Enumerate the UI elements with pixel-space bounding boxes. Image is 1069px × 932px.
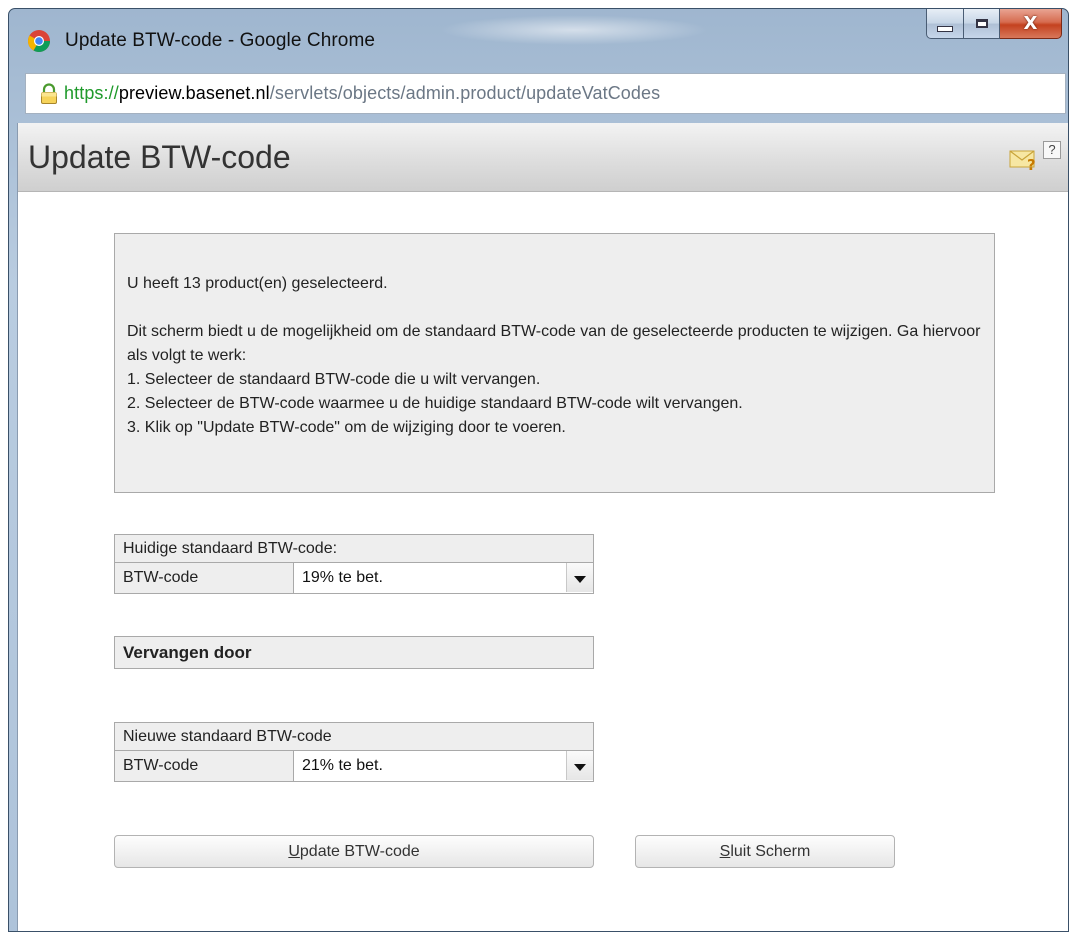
title-bar[interactable]: Update BTW-code - Google Chrome X [9,9,1068,69]
new-vat-row: BTW-code 21% te bet. [114,751,594,782]
help-icon[interactable]: ? [1043,141,1061,159]
current-vat-row: BTW-code 19% te bet. [114,563,594,594]
url-separator: :// [103,83,119,103]
chevron-down-icon [574,763,586,771]
mail-help-icon[interactable]: ? [1009,145,1039,171]
svg-text:?: ? [1027,156,1036,171]
lock-icon [41,82,57,104]
url-host: preview.basenet.nl [118,83,270,103]
browser-window: Update BTW-code - Google Chrome X https:… [8,8,1069,932]
page-title: Update BTW-code [28,139,291,175]
maximize-icon [975,19,988,28]
chrome-icon [28,30,50,52]
new-vat-label: BTW-code [115,751,294,781]
new-vat-header: Nieuwe standaard BTW-code [114,722,594,751]
current-vat-select[interactable]: 19% te bet. [294,563,593,593]
current-vat-value: 19% te bet. [302,569,383,586]
page-content: Update BTW-code ? ? U heeft 13 product(e… [17,123,1068,931]
update-button-label: pdate BTW-code [299,843,420,860]
url-path: /servlets/objects/admin.product/updateVa… [269,83,661,103]
selection-count-text: U heeft 13 product(en) geselecteerd. [127,275,388,292]
page-header: Update BTW-code ? ? [18,123,1068,192]
window-controls: X [926,9,1062,41]
instructions-box: U heeft 13 product(en) geselecteerd. Dit… [114,233,995,493]
update-vat-button[interactable]: Update BTW-code [114,835,594,868]
chevron-down-icon [574,575,586,583]
current-vat-dropdown-button[interactable] [566,563,593,592]
current-vat-label: BTW-code [115,563,294,593]
step-3-text: 3. Klik op "Update BTW-code" om de wijzi… [127,419,566,436]
window-title: Update BTW-code - Google Chrome [65,30,376,51]
close-button-label: luit Scherm [730,843,811,860]
update-mnemonic: U [288,843,300,860]
step-1-text: 1. Selecteer de standaard BTW-code die u… [127,371,541,388]
minimize-icon [937,25,953,32]
url-scheme: https [64,83,104,103]
minimize-button[interactable] [926,9,964,39]
address-bar[interactable]: https://preview.basenet.nl/servlets/obje… [25,73,1066,114]
close-mnemonic: S [719,843,731,860]
intro-text: Dit scherm biedt u de mogelijkheid om de… [127,323,981,364]
step-2-text: 2. Selecteer de BTW-code waarmee u de hu… [127,395,743,412]
close-icon: X [1023,13,1038,34]
new-vat-dropdown-button[interactable] [566,751,593,780]
close-screen-button[interactable]: Sluit Scherm [635,835,895,868]
current-vat-header: Huidige standaard BTW-code: [114,534,594,563]
url-text: https://preview.basenet.nl/servlets/obje… [64,83,660,104]
close-window-button[interactable]: X [1000,9,1062,39]
title-glow [439,15,709,45]
replace-by-header: Vervangen door [114,636,594,669]
maximize-button[interactable] [964,9,1000,39]
new-vat-value: 21% te bet. [302,757,383,774]
new-vat-select[interactable]: 21% te bet. [294,751,593,781]
